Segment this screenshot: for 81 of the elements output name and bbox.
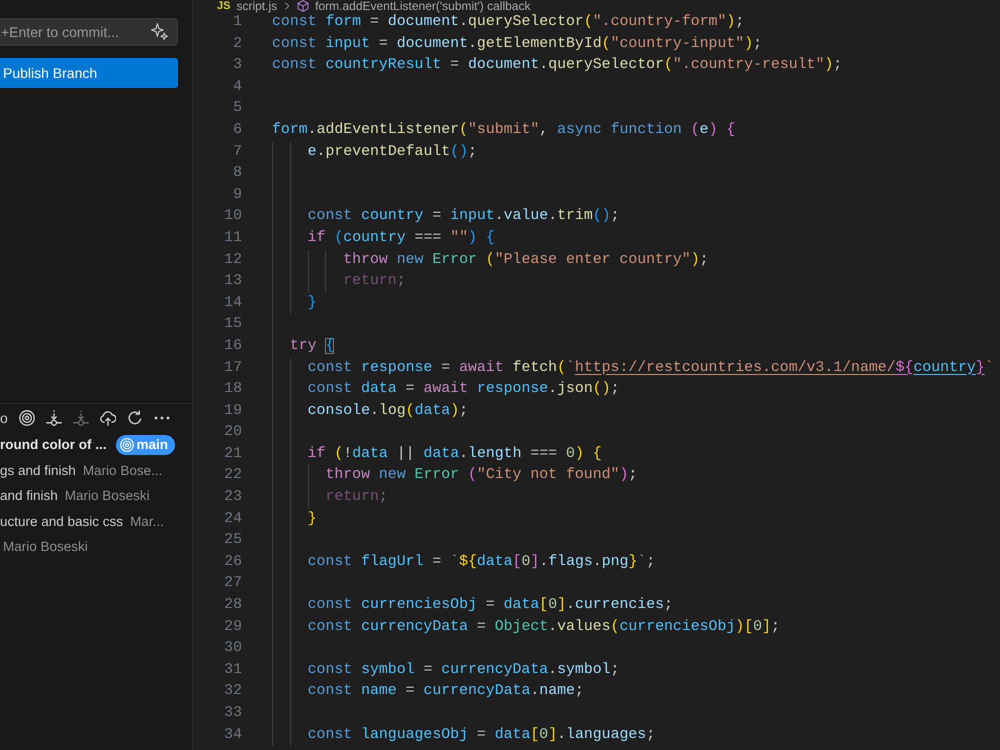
commit-author: Mario Bose... <box>82 462 162 478</box>
line-number: 27 <box>223 574 242 594</box>
commit-message: and finish <box>0 488 58 504</box>
code-line: const input = document.getElementById("country-input"); <box>272 34 762 54</box>
file-type-label: JS <box>217 0 230 12</box>
line-number: 7 <box>232 142 242 162</box>
line-number: 22 <box>223 466 242 486</box>
line-number: 17 <box>223 358 242 378</box>
code-line: const form = document.querySelector(".country-form"); <box>272 13 744 32</box>
refresh-icon[interactable] <box>127 410 143 426</box>
commit-message: gs and finish <box>0 462 76 478</box>
branch-name: main <box>136 437 168 452</box>
code-line: throw new Error ("City not found"); <box>325 466 638 486</box>
commit-message: ucture and basic css <box>0 514 124 529</box>
line-number: 21 <box>223 444 242 464</box>
code-line: const symbol = currencyData.symbol; <box>308 660 620 680</box>
chevron-icon <box>283 1 292 11</box>
line-number: 25 <box>223 531 242 550</box>
commit-message: round color of ... <box>0 437 106 452</box>
line-number: 33 <box>223 704 242 723</box>
code-line: const data = await response.json(); <box>308 380 620 400</box>
code-line: if (!data || data.length === 0) { <box>308 444 602 464</box>
code-line: } <box>308 294 317 313</box>
line-number: 8 <box>232 164 242 184</box>
line-number: 6 <box>232 120 242 140</box>
code-line: const languagesObj = data[0].languages; <box>308 726 656 745</box>
line-number: 4 <box>232 78 242 97</box>
line-number: 9 <box>232 186 242 205</box>
breadcrumb-symbol[interactable]: form.addEventListener('submit') callback <box>315 0 530 12</box>
line-number: 2 <box>232 34 242 54</box>
line-number: 31 <box>223 660 242 680</box>
commit-message-field[interactable]: +Enter to commit... <box>0 18 178 46</box>
sparkle-icon[interactable] <box>151 23 168 40</box>
line-number: 18 <box>223 380 242 400</box>
code-line: form.addEventListener("submit", async function (e) { <box>272 120 736 140</box>
cube-icon <box>297 0 310 12</box>
line-number: 12 <box>223 250 242 270</box>
line-number: 3 <box>232 56 242 76</box>
code-line: try { <box>290 336 334 356</box>
line-number: 28 <box>223 596 242 616</box>
code-line: const currencyData = Object.values(currenciesObj)[0]; <box>308 618 780 637</box>
line-number: 14 <box>223 294 242 313</box>
publish-branch-button[interactable]: Publish Branch <box>0 58 178 88</box>
code-line: if (country === "") { <box>308 228 495 248</box>
breadcrumb-file[interactable]: script.js <box>236 0 278 12</box>
line-number: 24 <box>223 510 242 529</box>
line-number: 15 <box>223 315 242 334</box>
code-line: console.log(data); <box>308 402 468 421</box>
line-number: 26 <box>223 552 242 572</box>
line-number: 11 <box>223 228 242 248</box>
cloud-upload-icon[interactable] <box>100 410 116 426</box>
line-number: 13 <box>223 272 242 292</box>
commit-author: Mario Boseski <box>3 539 88 554</box>
arrow-down-node-icon[interactable] <box>46 410 62 426</box>
line-number: 30 <box>223 639 242 658</box>
line-number: 29 <box>223 618 242 637</box>
line-number: 16 <box>223 336 242 356</box>
line-number: 34 <box>223 726 242 745</box>
commit-author: Mar... <box>130 514 164 529</box>
code-line: return; <box>325 488 388 508</box>
line-number: 19 <box>223 402 242 421</box>
code-line: const response = await fetch(`https://restcountries.com/v3.1/name/${country}` <box>308 358 994 378</box>
code-line: const flagUrl = `${data[0].flags.png}`; <box>308 552 656 572</box>
line-number: 20 <box>223 423 242 442</box>
code-line: } <box>308 510 317 529</box>
code-line: const countryResult = document.querySelector(".country-result"); <box>272 56 842 76</box>
commit-author: Mario Boseski <box>64 488 150 504</box>
target-icon[interactable] <box>19 410 35 426</box>
target-icon <box>120 438 134 452</box>
section-label: o <box>0 410 8 426</box>
code-line: return; <box>343 272 406 292</box>
line-number: 5 <box>232 99 242 118</box>
code-line: const name = currencyData.name; <box>308 682 584 702</box>
code-line: const country = input.value.trim(); <box>308 207 620 226</box>
code-line: const currenciesObj = data[0].currencies; <box>308 596 673 616</box>
code-line: throw new Error ("Please enter country"); <box>343 250 709 270</box>
line-number: 1 <box>232 13 242 32</box>
line-number: 23 <box>223 488 242 508</box>
line-number: 10 <box>223 207 242 226</box>
line-number: 32 <box>223 682 242 702</box>
code-line: e.preventDefault(); <box>308 142 477 162</box>
